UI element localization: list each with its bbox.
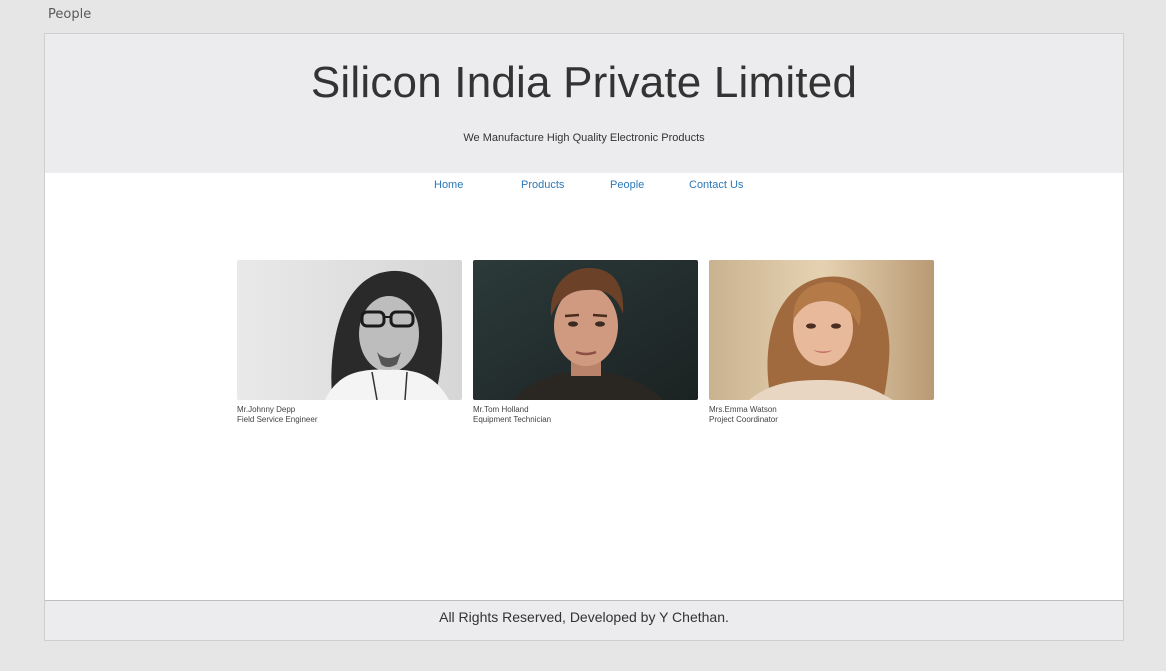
person-photo bbox=[709, 260, 934, 400]
person-name: Mr.Tom Holland bbox=[473, 405, 529, 414]
person-name: Mr.Johnny Depp bbox=[237, 405, 296, 414]
footer-text: All Rights Reserved, Developed by Y Chet… bbox=[439, 609, 729, 625]
nav-link-people[interactable]: People bbox=[610, 179, 644, 191]
person-role: Equipment Technician bbox=[473, 415, 552, 424]
nav-link-products[interactable]: Products bbox=[521, 179, 564, 191]
nav-link-home[interactable]: Home bbox=[434, 179, 463, 191]
site-tagline: We Manufacture High Quality Electronic P… bbox=[463, 132, 705, 144]
person-photo bbox=[473, 260, 698, 400]
person-card: Mr.Tom Holland Equipment Technician bbox=[473, 260, 698, 425]
person-role: Field Service Engineer bbox=[237, 415, 318, 424]
person-name: Mrs.Emma Watson bbox=[709, 405, 777, 414]
artboard-label: People bbox=[48, 7, 92, 22]
person-role: Project Coordinator bbox=[709, 415, 778, 424]
person-card: Mrs.Emma Watson Project Coordinator bbox=[709, 260, 934, 425]
person-card: Mr.Johnny Depp Field Service Engineer bbox=[237, 260, 462, 425]
site-title: Silicon India Private Limited bbox=[310, 58, 858, 107]
nav-link-contact-us[interactable]: Contact Us bbox=[689, 179, 743, 191]
main-nav: Home Products People Contact Us bbox=[45, 179, 1123, 195]
page-frame: Silicon India Private Limited We Manufac… bbox=[44, 33, 1124, 641]
person-photo bbox=[237, 260, 462, 400]
site-header: Silicon India Private Limited We Manufac… bbox=[45, 34, 1123, 173]
site-footer: All Rights Reserved, Developed by Y Chet… bbox=[45, 600, 1123, 640]
